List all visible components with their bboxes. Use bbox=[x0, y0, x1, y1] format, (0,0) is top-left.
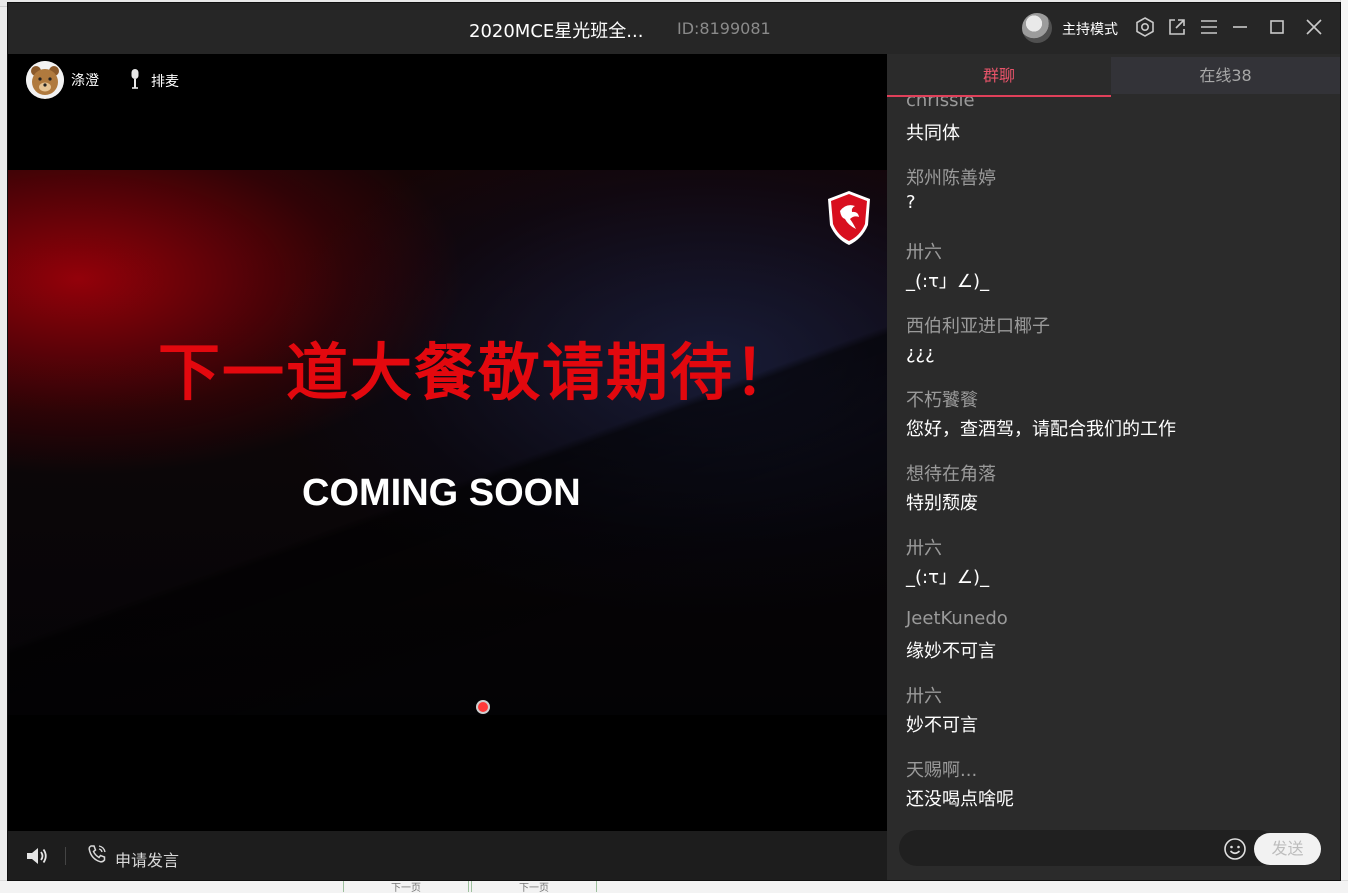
tab-group-chat[interactable]: 群聊 bbox=[887, 57, 1111, 97]
host-avatar[interactable] bbox=[1022, 13, 1052, 43]
background-page-tab: 下一页 bbox=[343, 880, 469, 892]
presenter-name: 涤澄 bbox=[71, 73, 99, 89]
message-sender: 想待在角落 bbox=[906, 464, 996, 485]
message-sender: JeetKunedo bbox=[906, 608, 1008, 629]
message-sender: 不朽饕餮 bbox=[906, 390, 978, 411]
message-text: 您好，查酒驾，请配合我们的工作 bbox=[906, 419, 1176, 440]
message-sender: 郑州陈善婷 bbox=[906, 168, 996, 189]
tab-online-users[interactable]: 在线38 bbox=[1111, 57, 1340, 94]
message-sender: 卅六 bbox=[906, 686, 942, 707]
message-text: ? bbox=[906, 192, 916, 213]
controls-divider bbox=[65, 847, 66, 865]
pointer-indicator bbox=[478, 702, 488, 712]
message-text: 缘妙不可言 bbox=[906, 641, 996, 662]
message-sender: 天赐啊... bbox=[906, 760, 978, 781]
chat-panel: 群聊 在线38 chrissie 共同体 郑州陈善婷 ? 卅六 _(:τ」∠)_… bbox=[887, 54, 1340, 880]
window-title: 2020MCE星光班全... bbox=[469, 21, 644, 42]
message-text: _(:τ」∠)_ bbox=[906, 567, 990, 588]
shared-slide: 下一道大餐敬请期待！ COMING SOON bbox=[8, 170, 887, 715]
emoji-icon[interactable] bbox=[1223, 837, 1247, 861]
chat-input[interactable] bbox=[899, 830, 1277, 866]
menu-icon[interactable] bbox=[1197, 16, 1221, 40]
send-button[interactable]: 发送 bbox=[1254, 833, 1321, 865]
slide-subtitle: COMING SOON bbox=[302, 472, 581, 514]
background-page-tab: 下一页 bbox=[471, 880, 597, 892]
msi-shield-logo bbox=[828, 191, 870, 245]
message-text: 妙不可言 bbox=[906, 715, 978, 736]
message-text: 共同体 bbox=[906, 123, 960, 144]
volume-icon[interactable] bbox=[25, 845, 49, 867]
slide-background-shade bbox=[8, 170, 887, 715]
message-text: ¿¿¿ bbox=[906, 343, 935, 364]
background-browser-footer bbox=[0, 880, 1348, 893]
video-area[interactable]: 涤澄 排麦 下一道大餐敬请期待！ COMING SOON bbox=[8, 54, 887, 831]
presenter-avatar[interactable] bbox=[26, 61, 64, 99]
close-icon[interactable] bbox=[1302, 16, 1326, 40]
slide-headline: 下一道大餐敬请期待！ bbox=[158, 336, 799, 409]
request-speak-button[interactable]: 申请发言 bbox=[115, 847, 179, 871]
video-controls-bar: 申请发言 bbox=[8, 831, 887, 880]
message-sender: chrissie bbox=[906, 97, 975, 111]
popout-icon[interactable] bbox=[1165, 16, 1189, 40]
message-text: 特别颓废 bbox=[906, 493, 978, 514]
minimize-icon[interactable] bbox=[1228, 16, 1252, 40]
classroom-window: 2020MCE星光班全... ID:8199081 主持模式 涤澄 排麦 下一道… bbox=[8, 3, 1340, 880]
maximize-icon[interactable] bbox=[1265, 16, 1289, 40]
microphone-icon bbox=[131, 69, 139, 89]
message-sender: 卅六 bbox=[906, 242, 942, 263]
chat-message-list[interactable]: chrissie 共同体 郑州陈善婷 ? 卅六 _(:τ」∠)_ 西伯利亚进口椰… bbox=[887, 97, 1340, 819]
queue-mic-button[interactable]: 排麦 bbox=[151, 71, 179, 91]
room-id: ID:8199081 bbox=[677, 19, 771, 38]
background-browser-sidebar bbox=[1340, 0, 1348, 892]
title-bar: 2020MCE星光班全... ID:8199081 主持模式 bbox=[8, 3, 1340, 54]
message-sender: 卅六 bbox=[906, 538, 942, 559]
message-text: 还没喝点啥呢 bbox=[906, 789, 1014, 810]
phone-icon[interactable] bbox=[86, 843, 108, 865]
message-text: _(:τ」∠)_ bbox=[906, 271, 990, 292]
settings-icon[interactable] bbox=[1133, 16, 1157, 40]
host-mode-label[interactable]: 主持模式 bbox=[1062, 19, 1118, 39]
message-sender: 西伯利亚进口椰子 bbox=[906, 316, 1050, 337]
